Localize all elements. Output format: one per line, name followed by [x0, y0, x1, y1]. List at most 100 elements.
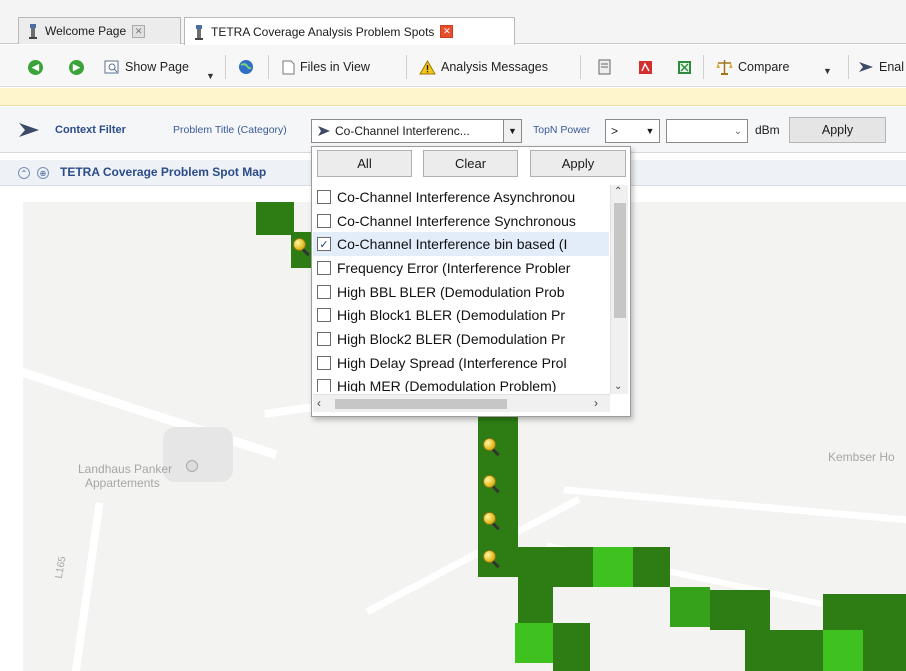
- category-list-item[interactable]: ✓ Co-Channel Interference bin based (I: [313, 232, 609, 257]
- tab-bar: Welcome Page ✕ TETRA Coverage Analysis P…: [0, 0, 906, 45]
- category-label: Co-Channel Interference Synchronous: [337, 212, 576, 229]
- map-label-kembser: Kembser Ho: [828, 450, 895, 464]
- checkbox-checked-icon[interactable]: ✓: [317, 237, 331, 252]
- toolbar: ◀ ▶ Show Page ▼ Files in View Analysis M…: [0, 45, 906, 87]
- vertical-scrollbar[interactable]: ⌃ ⌄: [610, 185, 628, 394]
- coverage-cell[interactable]: [863, 594, 906, 671]
- show-page-button[interactable]: Show Page: [104, 54, 189, 80]
- topn-power-label: TopN Power: [533, 124, 591, 136]
- map-road: [563, 486, 906, 525]
- files-in-view-button[interactable]: Files in View: [282, 54, 370, 80]
- caret-down-icon: ▼: [503, 120, 521, 142]
- coverage-cell[interactable]: [633, 547, 670, 587]
- forward-arrow-icon: ▶: [69, 59, 84, 75]
- forward-button[interactable]: ▶: [69, 54, 84, 80]
- category-list: Co-Channel Interference Asynchronou Co-Ch…: [313, 185, 609, 392]
- filter-funnel-icon: [859, 62, 873, 72]
- map-label-landhaus: Landhaus Panker: [78, 462, 173, 476]
- scroll-down-icon[interactable]: ⌄: [614, 381, 622, 392]
- chevron-down-icon: ⌄: [729, 120, 747, 142]
- coverage-cell[interactable]: [785, 630, 825, 671]
- category-label: High BBL BLER (Demodulation Prob: [337, 283, 565, 300]
- problem-spot-pin-icon[interactable]: [483, 550, 500, 569]
- coverage-cell[interactable]: [593, 547, 633, 587]
- problem-spot-pin-icon[interactable]: [293, 238, 310, 257]
- scrollbar-thumb[interactable]: [335, 399, 507, 409]
- checkbox-icon[interactable]: [317, 189, 331, 204]
- analysis-messages-button[interactable]: Analysis Messages: [419, 54, 548, 80]
- coverage-cell[interactable]: [710, 590, 770, 630]
- export-pdf-button[interactable]: [638, 54, 653, 80]
- filter-apply-button[interactable]: Apply: [789, 117, 886, 143]
- export-excel-button[interactable]: [677, 54, 692, 80]
- tab-welcome-page[interactable]: Welcome Page ✕: [18, 17, 181, 44]
- problem-spot-pin-icon[interactable]: [483, 438, 500, 457]
- category-list-item[interactable]: High Block2 BLER (Demodulation Pr: [313, 327, 609, 351]
- power-value-combo[interactable]: ⌄: [666, 119, 748, 143]
- files-in-view-label: Files in View: [300, 60, 370, 74]
- warning-icon: [419, 59, 436, 74]
- coverage-cell[interactable]: [553, 623, 590, 671]
- globe-button[interactable]: [238, 54, 254, 80]
- enable-button[interactable]: Enal: [858, 54, 904, 80]
- coverage-cell[interactable]: [823, 594, 863, 630]
- scroll-up-icon[interactable]: ⌃: [614, 186, 622, 197]
- category-list-item[interactable]: High Delay Spread (Interference Prol: [313, 351, 609, 375]
- map-road: [23, 363, 278, 460]
- problem-title-combo[interactable]: Co-Channel Interferenc... ▼: [311, 119, 522, 143]
- clear-selection-button[interactable]: Clear: [423, 150, 518, 177]
- compare-dropdown[interactable]: ▼: [823, 58, 832, 84]
- category-list-item[interactable]: High Block1 BLER (Demodulation Pr: [313, 303, 609, 327]
- category-list-item[interactable]: Frequency Error (Interference Probler: [313, 256, 609, 280]
- close-tab-icon[interactable]: ✕: [132, 24, 146, 38]
- close-tab-icon[interactable]: ✕: [440, 25, 454, 38]
- tab-welcome-label: Welcome Page: [45, 24, 127, 38]
- pin-panel-icon[interactable]: ⊕: [37, 167, 49, 179]
- checkbox-icon[interactable]: [317, 260, 331, 275]
- checkbox-icon[interactable]: [317, 284, 331, 299]
- back-button[interactable]: ◀: [28, 54, 43, 80]
- context-filter-label: Context Filter: [55, 124, 126, 136]
- report-button[interactable]: [597, 54, 613, 80]
- coverage-cell[interactable]: [670, 587, 710, 627]
- toolbar-separator: [703, 55, 704, 79]
- caret-down-icon: ▼: [641, 120, 659, 142]
- category-label: High Block1 BLER (Demodulation Pr: [337, 307, 565, 324]
- checkbox-icon[interactable]: [317, 379, 331, 392]
- checkbox-icon[interactable]: [317, 308, 331, 323]
- coverage-cell[interactable]: [823, 630, 863, 671]
- checkbox-icon[interactable]: [317, 331, 331, 346]
- compare-scale-icon: [716, 60, 733, 75]
- scroll-right-icon[interactable]: ›: [594, 396, 598, 410]
- horizontal-scrollbar[interactable]: ‹ ›: [313, 394, 610, 412]
- compare-button[interactable]: Compare: [716, 54, 789, 80]
- coverage-cell[interactable]: [518, 547, 593, 587]
- problem-spot-pin-icon[interactable]: [483, 512, 500, 531]
- coverage-cell[interactable]: [256, 202, 294, 235]
- category-list-item[interactable]: Co-Channel Interference Synchronous: [313, 209, 609, 233]
- show-page-dropdown[interactable]: ▼: [206, 63, 215, 89]
- coverage-cell[interactable]: [515, 623, 553, 663]
- toolbar-separator: [268, 55, 269, 79]
- globe-icon: [239, 60, 253, 74]
- map-label-road-l165: L165: [53, 555, 69, 580]
- tab-tetra-coverage-analysis[interactable]: TETRA Coverage Analysis Problem Spots ✕: [184, 17, 515, 45]
- checkbox-icon[interactable]: [317, 213, 331, 228]
- problem-spot-pin-icon[interactable]: [483, 475, 500, 494]
- back-arrow-icon: ◀: [28, 59, 43, 75]
- category-list-item[interactable]: High BBL BLER (Demodulation Prob: [313, 280, 609, 304]
- context-filter-icon: [19, 123, 39, 137]
- analysis-messages-label: Analysis Messages: [441, 60, 548, 74]
- operator-select[interactable]: > ▼: [605, 119, 660, 143]
- coverage-cell[interactable]: [745, 630, 785, 671]
- scroll-left-icon[interactable]: ‹: [317, 396, 321, 410]
- category-list-item[interactable]: High MER (Demodulation Problem): [313, 375, 609, 392]
- coverage-cell[interactable]: [518, 587, 553, 623]
- select-all-button[interactable]: All: [317, 150, 412, 177]
- category-label: High MER (Demodulation Problem): [337, 378, 557, 392]
- category-list-item[interactable]: Co-Channel Interference Asynchronou: [313, 185, 609, 209]
- checkbox-icon[interactable]: [317, 355, 331, 370]
- dropdown-apply-button[interactable]: Apply: [530, 150, 626, 177]
- collapse-panel-icon[interactable]: ⌃: [18, 167, 30, 179]
- scrollbar-thumb[interactable]: [614, 203, 626, 318]
